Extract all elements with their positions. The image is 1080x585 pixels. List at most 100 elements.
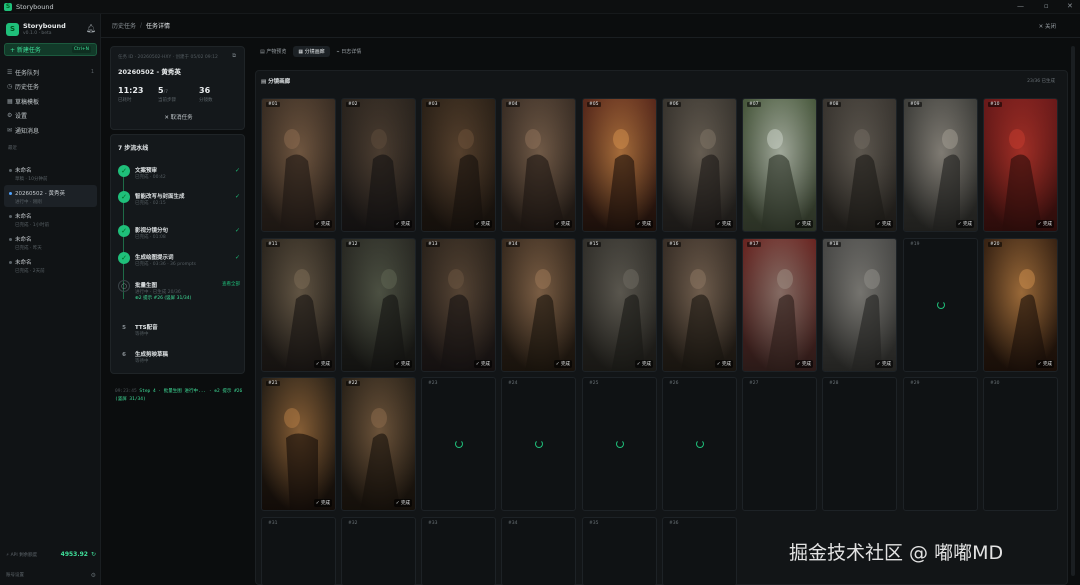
tile-number: #12 bbox=[346, 242, 360, 247]
done-badge: ✓ 完成 bbox=[553, 360, 572, 368]
pipeline-card: 7 步流水线 ✓ 文案预审 已完成 · 00:42 ✓ ✓ 智能改写与封面生成 已完成 · … bbox=[110, 134, 245, 374]
storyboard-tile[interactable]: ✓ 完成 #21 bbox=[261, 377, 336, 511]
storyboard-tile[interactable]: ✓ 完成 #02 bbox=[341, 98, 416, 232]
storyboard-tile[interactable]: #34 bbox=[501, 517, 576, 585]
history-sub: 草稿 · 10分钟前 bbox=[15, 177, 48, 182]
storyboard-tile[interactable]: ✓ 完成 #13 bbox=[421, 238, 496, 372]
tile-number: #09 bbox=[908, 102, 922, 107]
storyboard-tile[interactable]: ✓ 完成 #03 bbox=[421, 98, 496, 232]
history-item[interactable]: 未命名 草稿 · 10分钟前 bbox=[4, 162, 97, 184]
tile-number: #30 bbox=[990, 381, 1000, 386]
storyboard-tile[interactable]: #28 bbox=[822, 377, 897, 511]
storyboard-tile[interactable]: ✓ 完成 #14 bbox=[501, 238, 576, 372]
gallery-title: ▤ 分镜画廊 bbox=[261, 79, 291, 85]
storyboard-tile[interactable]: #26 bbox=[662, 377, 737, 511]
nav-label: 历史任务 bbox=[15, 84, 40, 91]
minimize-icon[interactable]: — bbox=[1017, 2, 1024, 10]
history-item[interactable]: 未命名 已完成 · 昨天 bbox=[4, 231, 97, 253]
breadcrumb-separator: / bbox=[140, 22, 143, 29]
storyboard-image bbox=[663, 99, 736, 231]
app-icon: S bbox=[4, 2, 12, 11]
storyboard-tile[interactable]: ✓ 完成 #16 bbox=[662, 238, 737, 372]
tile-number: #28 bbox=[829, 381, 839, 386]
storyboard-tile[interactable]: ✓ 完成 #18 bbox=[822, 238, 897, 372]
tile-number: #18 bbox=[827, 242, 841, 247]
storyboard-tile[interactable]: #36 bbox=[662, 517, 737, 585]
breadcrumb-history[interactable]: 历史任务 bbox=[112, 21, 136, 30]
tab-logs[interactable]: ⌁ 日志详情 bbox=[332, 46, 367, 57]
view-all-link[interactable]: 查看全部 bbox=[222, 281, 240, 287]
done-badge: ✓ 完成 bbox=[714, 360, 733, 368]
close-detail-button[interactable]: ✕ 关闭 bbox=[1039, 22, 1056, 30]
refresh-icon[interactable]: ↻ bbox=[91, 551, 96, 558]
storyboard-image bbox=[262, 239, 335, 371]
storyboard-tile[interactable]: #30 bbox=[983, 377, 1058, 511]
storyboard-tile[interactable]: ✓ 完成 #17 bbox=[742, 238, 817, 372]
cancel-task-button[interactable]: ✕ 取消任务 bbox=[111, 113, 246, 121]
step-title: 智能改写与封面生成 bbox=[135, 194, 185, 200]
storyboard-tile[interactable]: #24 bbox=[501, 377, 576, 511]
check-icon: ✓ bbox=[234, 227, 240, 234]
tab-preview[interactable]: ▤ 产物预览 bbox=[255, 46, 291, 57]
tile-number: #03 bbox=[426, 102, 440, 107]
storyboard-tile[interactable]: ✓ 完成 #04 bbox=[501, 98, 576, 232]
sidebar: S Storybound v0.1.0 · beta 🔔︎ + 新建任务 Ctr… bbox=[0, 14, 101, 585]
close-window-icon[interactable]: ✕ bbox=[1067, 2, 1073, 10]
tab-gallery[interactable]: ▦ 分镜画廊 bbox=[293, 45, 330, 57]
account-label[interactable]: 账号设置 bbox=[6, 572, 24, 579]
history-sub: 进行中 · 刚刚 bbox=[15, 200, 42, 205]
storyboard-tile[interactable]: ✓ 完成 #01 bbox=[261, 98, 336, 232]
loading-spinner-icon bbox=[616, 440, 624, 448]
storyboard-tile[interactable]: #35 bbox=[582, 517, 657, 585]
storyboard-tile[interactable]: #23 bbox=[421, 377, 496, 511]
storyboard-tile[interactable]: ✓ 完成 #07 bbox=[742, 98, 817, 232]
storyboard-tile[interactable]: ✓ 完成 #05 bbox=[582, 98, 657, 232]
storyboard-tile[interactable]: ✓ 完成 #12 bbox=[341, 238, 416, 372]
maximize-icon[interactable]: ▫ bbox=[1044, 2, 1049, 10]
storyboard-tile[interactable]: ✓ 完成 #20 bbox=[983, 238, 1058, 372]
view-tabs: ▤ 产物预览 ▦ 分镜画廊 ⌁ 日志详情 bbox=[255, 44, 366, 58]
sidebar-item-0[interactable]: ☰ 任务队列 1 bbox=[4, 66, 97, 78]
gear-icon[interactable]: ⚙ bbox=[91, 572, 96, 579]
bell-icon[interactable]: 🔔︎ bbox=[86, 24, 96, 33]
storyboard-image bbox=[984, 239, 1057, 371]
storyboard-tile[interactable]: #32 bbox=[341, 517, 416, 585]
storyboard-tile[interactable]: #25 bbox=[582, 377, 657, 511]
history-item[interactable]: 未命名 已完成 · 1小时前 bbox=[4, 208, 97, 230]
new-task-button[interactable]: + 新建任务 Ctrl+N bbox=[4, 43, 97, 56]
sidebar-item-1[interactable]: ◷ 历史任务 bbox=[4, 81, 97, 93]
done-badge: ✓ 完成 bbox=[313, 360, 332, 368]
loading-spinner-icon bbox=[535, 440, 543, 448]
storyboard-tile[interactable]: ✓ 完成 #06 bbox=[662, 98, 737, 232]
storyboard-tile[interactable]: ✓ 完成 #10 bbox=[983, 98, 1058, 232]
storyboard-image bbox=[663, 239, 736, 371]
step-title: 批量生图 bbox=[135, 283, 158, 289]
sidebar-item-4[interactable]: ✉ 通知消息 bbox=[4, 124, 97, 136]
nav-label: 草稿模板 bbox=[15, 98, 40, 106]
sidebar-item-2[interactable]: ▦ 草稿模板 bbox=[4, 95, 97, 107]
copy-icon[interactable]: ⧉ bbox=[232, 53, 236, 60]
done-badge: ✓ 完成 bbox=[393, 499, 412, 507]
storyboard-tile[interactable]: ✓ 完成 #09 bbox=[903, 98, 978, 232]
tile-number: #29 bbox=[910, 381, 920, 386]
storyboard-tile[interactable]: ✓ 完成 #22 bbox=[341, 377, 416, 511]
step-sub: 已完成 · 03:36 · 36 prompts bbox=[135, 262, 196, 267]
history-item[interactable]: 未命名 已完成 · 2天前 bbox=[4, 254, 97, 276]
step-status-icon: 6 bbox=[122, 352, 126, 358]
tile-number: #05 bbox=[587, 102, 601, 107]
storyboard-image bbox=[342, 378, 415, 510]
storyboard-tile[interactable]: #19 bbox=[903, 238, 978, 372]
storyboard-tile[interactable]: #31 bbox=[261, 517, 336, 585]
storyboard-tile[interactable]: #29 bbox=[903, 377, 978, 511]
storyboard-tile[interactable]: #27 bbox=[742, 377, 817, 511]
storyboard-tile[interactable]: #33 bbox=[421, 517, 496, 585]
credits-value: 4953.92 bbox=[60, 551, 88, 558]
sidebar-item-3[interactable]: ⚙ 设置 bbox=[4, 110, 97, 122]
storyboard-image bbox=[502, 99, 575, 231]
gallery-scrollbar[interactable] bbox=[1071, 46, 1075, 576]
history-item[interactable]: 20260502 - 黄秀英 进行中 · 刚刚 bbox=[4, 185, 97, 207]
storyboard-tile[interactable]: ✓ 完成 #08 bbox=[822, 98, 897, 232]
storyboard-tile[interactable]: ✓ 完成 #15 bbox=[582, 238, 657, 372]
storyboard-tile[interactable]: ✓ 完成 #11 bbox=[261, 238, 336, 372]
status-dot bbox=[9, 260, 12, 264]
